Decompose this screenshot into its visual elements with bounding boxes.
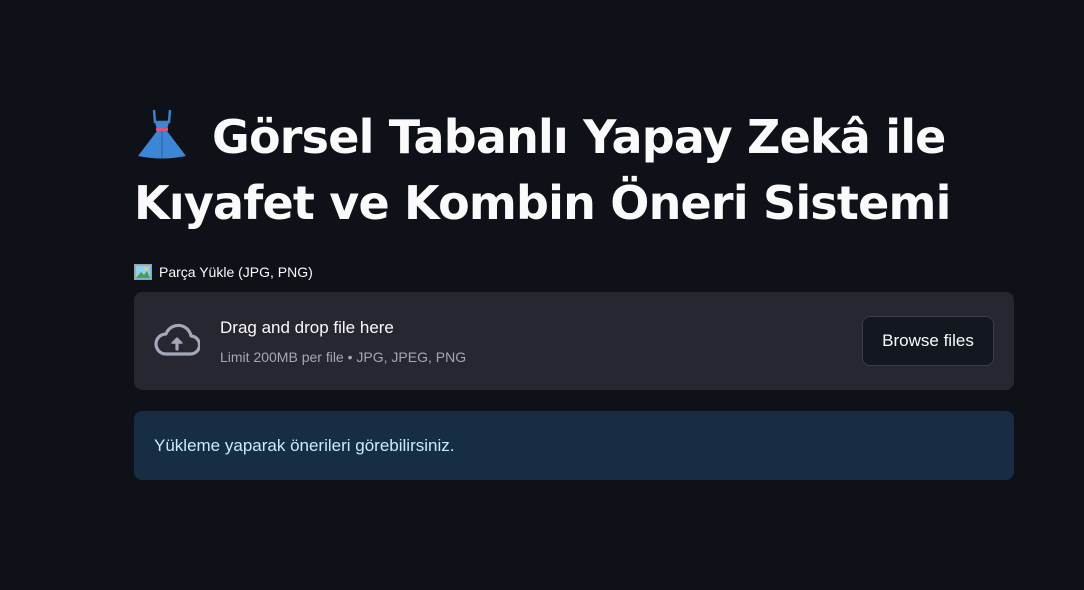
- file-dropzone[interactable]: Drag and drop file here Limit 200MB per …: [134, 292, 1014, 390]
- info-alert: Yükleme yaparak önerileri görebilirsiniz…: [134, 411, 1014, 480]
- dropzone-text: Drag and drop file here Limit 200MB per …: [220, 316, 466, 367]
- uploader-label: Parça Yükle (JPG, PNG): [134, 262, 313, 282]
- page-title: Görsel Tabanlı Yapay Zekâ ile Kıyafet ve…: [134, 109, 951, 230]
- dress-icon: [138, 109, 186, 159]
- browse-files-button[interactable]: Browse files: [862, 316, 994, 366]
- dropzone-limit: Limit 200MB per file • JPG, JPEG, PNG: [220, 349, 467, 365]
- framed-picture-icon: [134, 264, 152, 280]
- uploader-label-text: Parça Yükle (JPG, PNG): [159, 264, 313, 280]
- info-message: Yükleme yaparak önerileri görebilirsiniz…: [154, 436, 455, 455]
- dropzone-instructions: Drag and drop file here: [220, 318, 394, 337]
- cloud-upload-icon: [154, 323, 200, 356]
